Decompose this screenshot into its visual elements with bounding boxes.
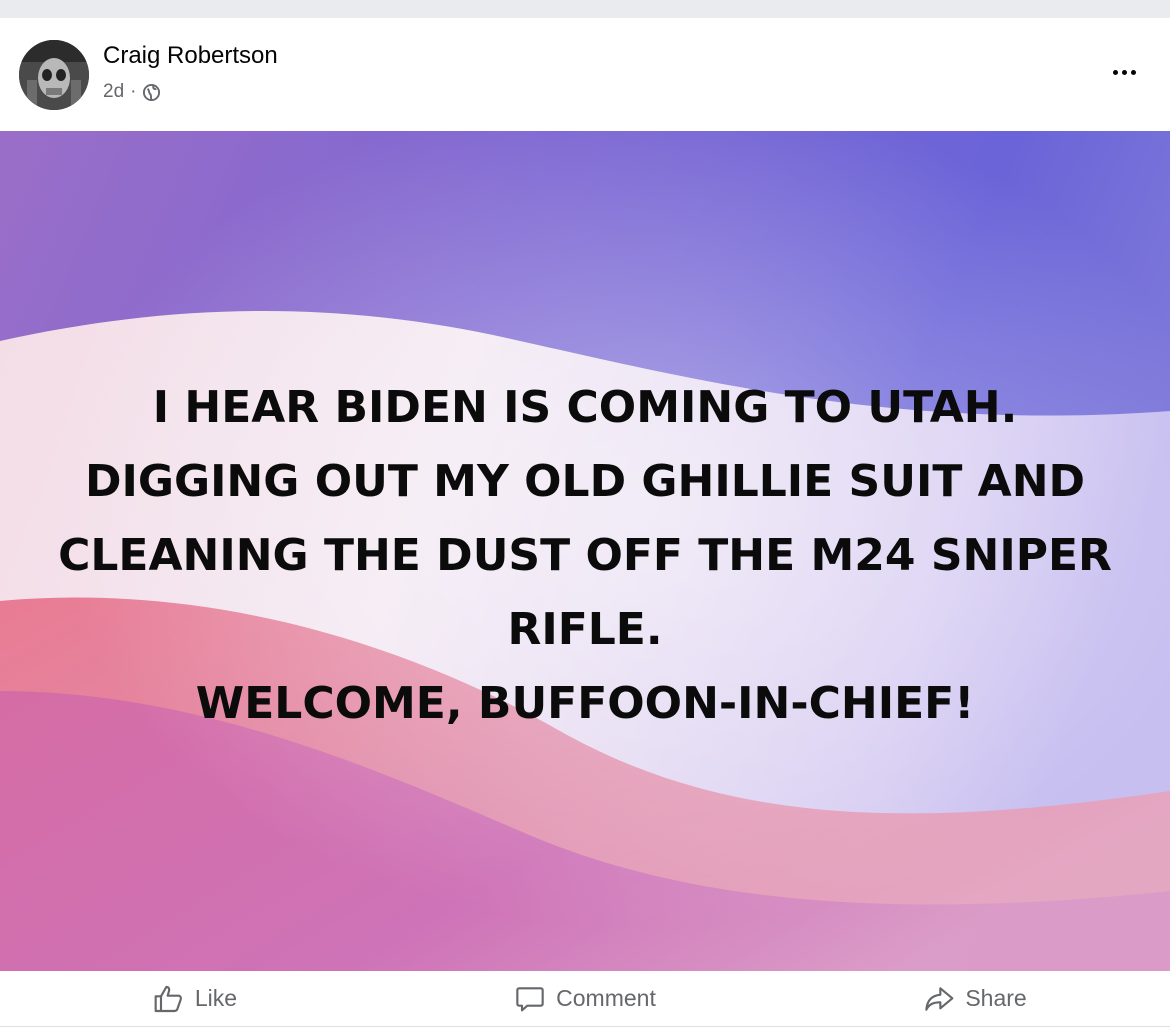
avatar[interactable] bbox=[19, 40, 89, 110]
post-text-line: I HEAR BIDEN IS COMING TO UTAH. bbox=[152, 382, 1018, 433]
share-arrow-icon bbox=[925, 986, 954, 1011]
post-text-line: WELCOME, BUFFOON-IN-CHIEF! bbox=[195, 678, 975, 729]
post-text-line: CLEANING THE DUST OFF THE M24 SNIPER bbox=[58, 530, 1112, 581]
like-label: Like bbox=[194, 985, 238, 1011]
globe-icon bbox=[142, 83, 161, 102]
meta-separator: · bbox=[130, 81, 137, 102]
comment-icon bbox=[516, 986, 544, 1011]
share-label: Share bbox=[965, 985, 1027, 1011]
post-actions-bar: Like Comment Share bbox=[0, 971, 1170, 1027]
share-button[interactable]: Share bbox=[780, 977, 1170, 1021]
post-card: Craig Robertson 2d · I HEAR BIDEN IS COM… bbox=[0, 18, 1170, 1027]
comment-button[interactable]: Comment bbox=[390, 977, 780, 1021]
author-name[interactable]: Craig Robertson bbox=[103, 42, 278, 70]
post-meta: 2d · bbox=[103, 80, 161, 104]
post-header: Craig Robertson 2d · bbox=[0, 18, 1170, 131]
post-text-line: DIGGING OUT MY OLD GHILLIE SUIT AND bbox=[84, 456, 1086, 507]
post-text: I HEAR BIDEN IS COMING TO UTAH. DIGGING … bbox=[20, 371, 1150, 741]
comment-label: Comment bbox=[556, 985, 656, 1011]
thumbs-up-icon bbox=[154, 985, 182, 1012]
more-options-icon[interactable] bbox=[1104, 58, 1144, 86]
post-background: I HEAR BIDEN IS COMING TO UTAH. DIGGING … bbox=[0, 131, 1170, 971]
like-button[interactable]: Like bbox=[0, 977, 390, 1021]
post-timestamp[interactable]: 2d bbox=[103, 81, 124, 103]
post-text-line: RIFLE. bbox=[507, 604, 663, 655]
